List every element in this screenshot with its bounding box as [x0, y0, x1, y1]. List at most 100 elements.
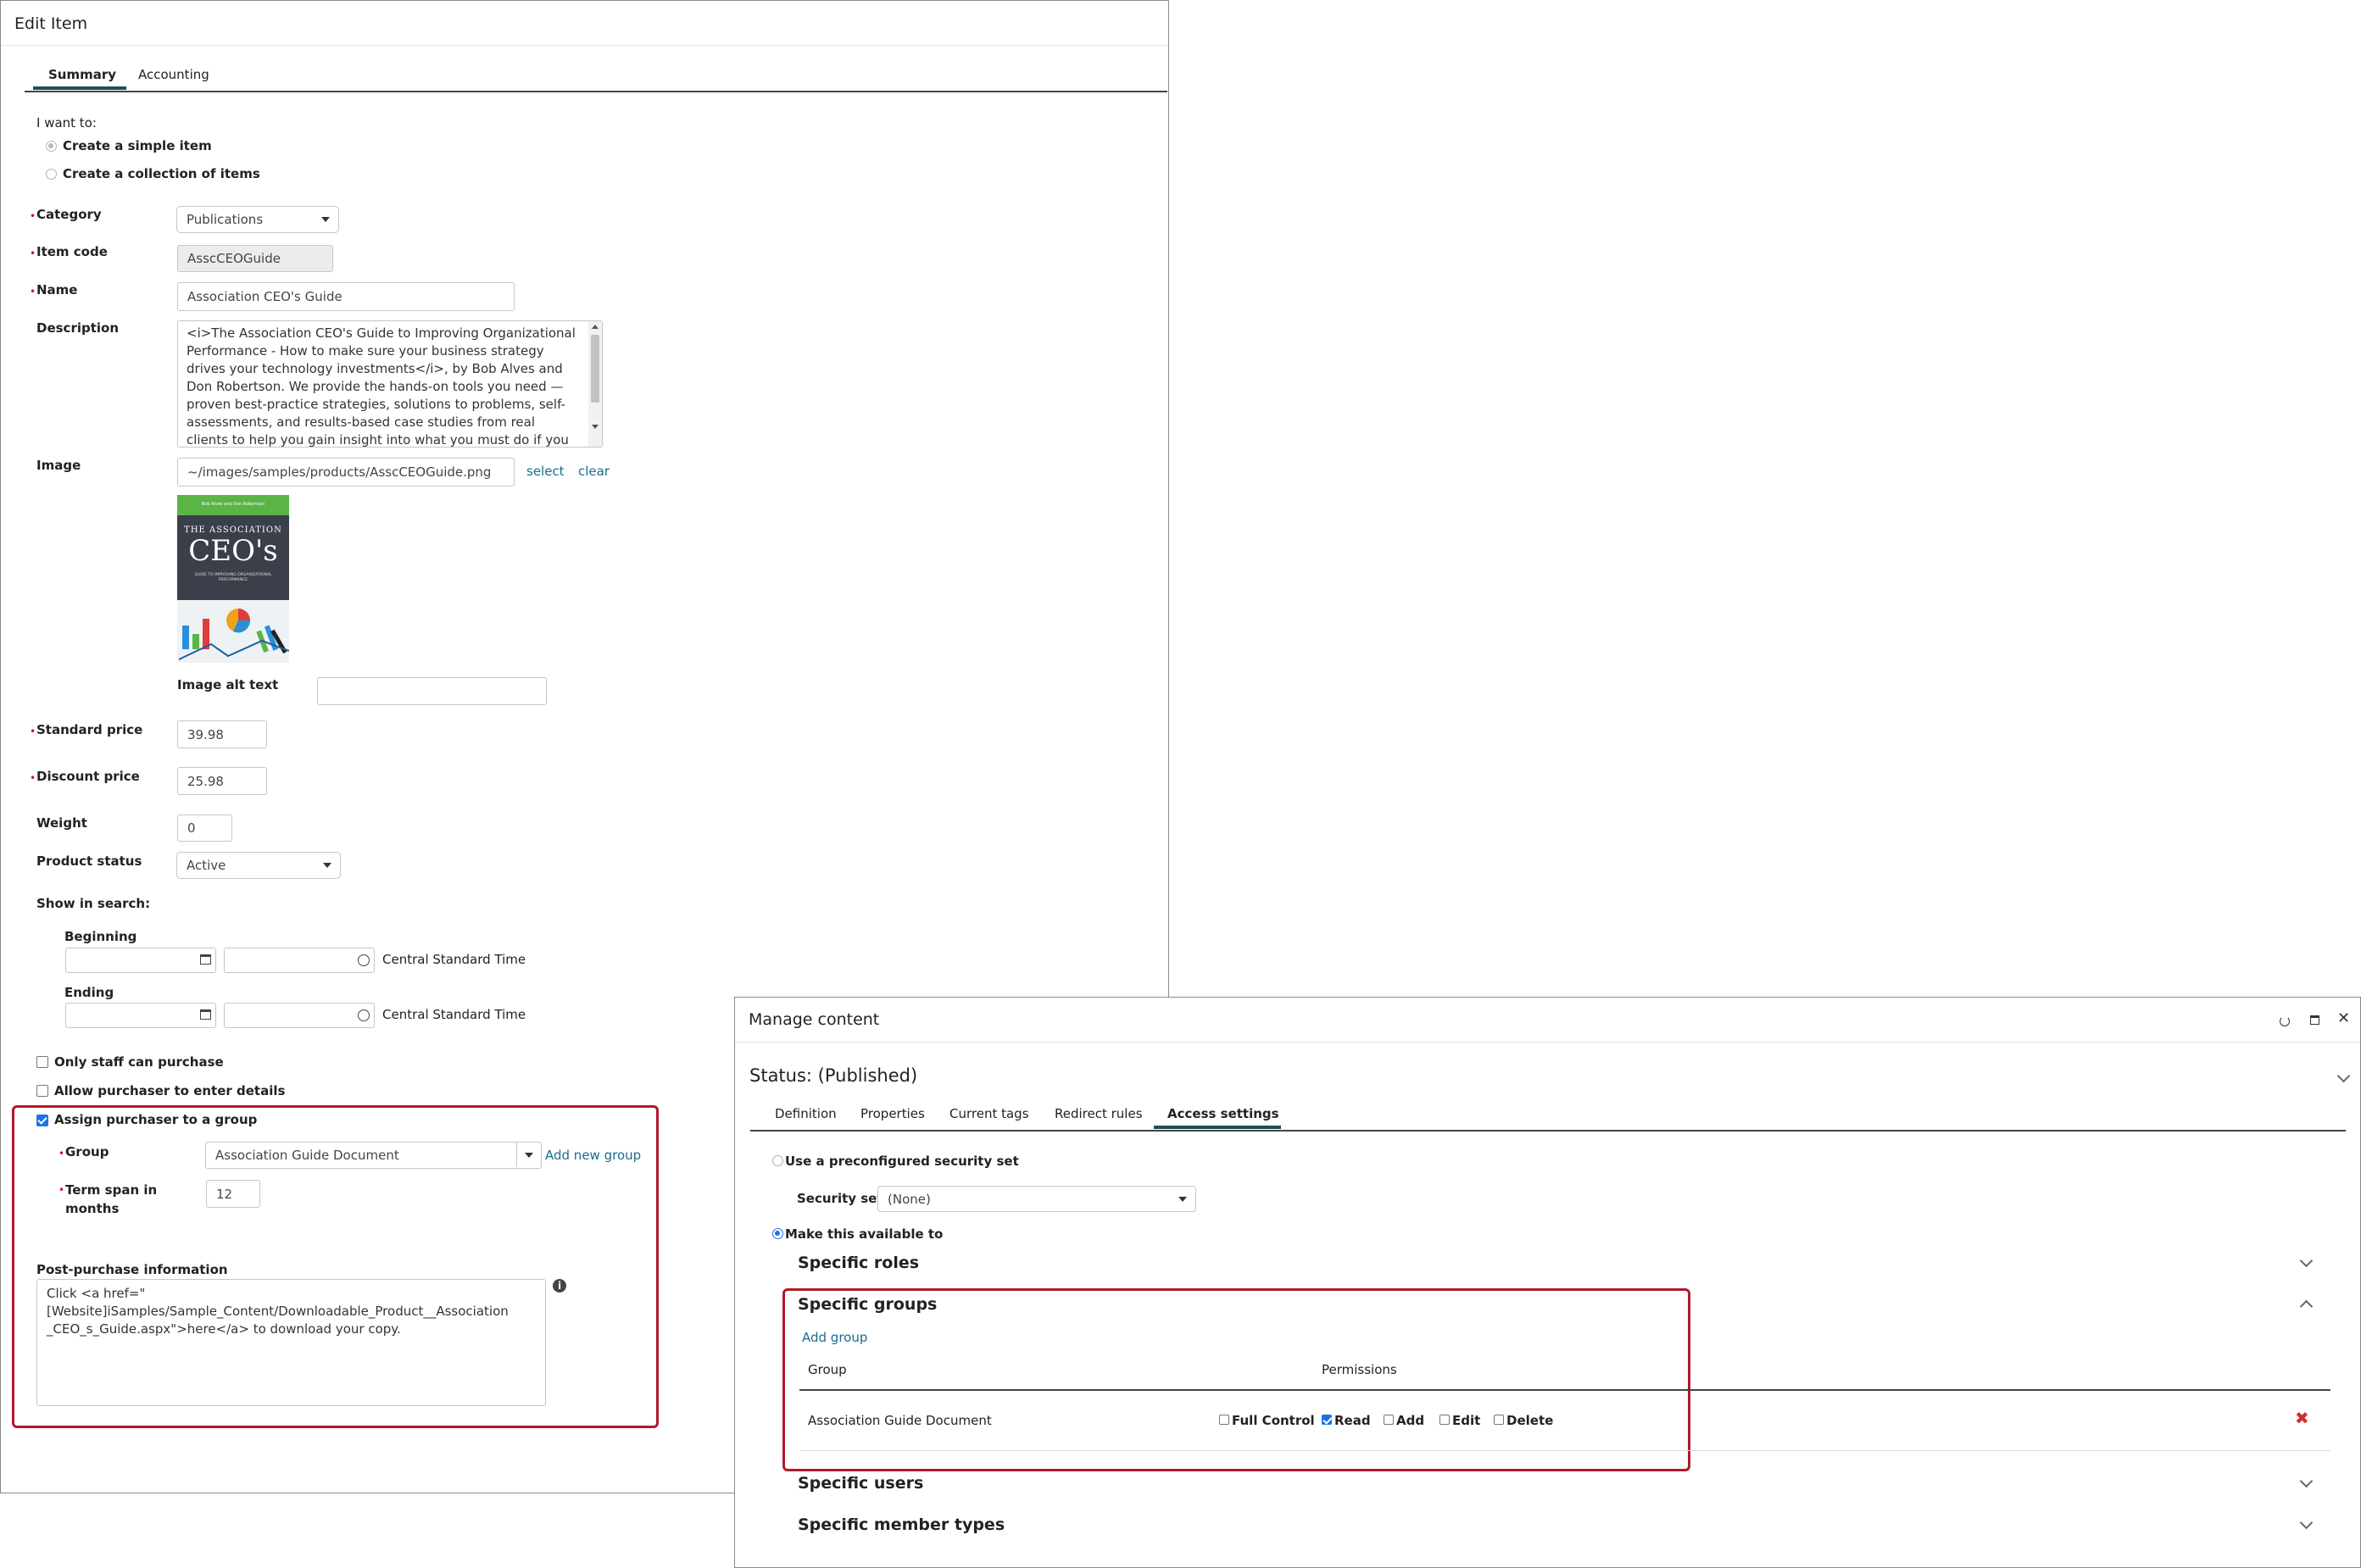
standard-price-input[interactable]: 39.98	[177, 720, 267, 748]
manage-content-window: Manage content ✕ Status: (Published) Def…	[734, 997, 2361, 1568]
name-value: Association CEO's Guide	[187, 289, 342, 304]
beginning-date-input[interactable]	[65, 948, 216, 973]
description-textarea[interactable]: <i>The Association CEO's Guide to Improv…	[177, 320, 603, 448]
description-label: Description	[36, 320, 120, 336]
clear-image-link[interactable]: clear	[578, 464, 610, 479]
maximize-icon[interactable]	[2310, 1015, 2319, 1025]
radio-make-available[interactable]	[772, 1228, 783, 1239]
perm-delete-checkbox[interactable]	[1494, 1415, 1504, 1425]
perm-read-label: Read	[1334, 1413, 1371, 1428]
tab-current-tags[interactable]: Current tags	[949, 1106, 1029, 1121]
calendar-icon[interactable]	[200, 1009, 211, 1020]
remove-group-icon[interactable]: ✖	[2295, 1408, 2309, 1428]
option-collection: Create a collection of items	[63, 166, 260, 181]
add-group-link[interactable]: Add group	[802, 1330, 867, 1345]
close-icon[interactable]: ✕	[2337, 1009, 2350, 1027]
term-span-label-line: months	[65, 1201, 120, 1216]
perm-delete-label: Delete	[1506, 1413, 1554, 1428]
beginning-label: Beginning	[64, 929, 137, 944]
allow-details-checkbox[interactable]	[36, 1085, 48, 1097]
weight-input[interactable]: 0	[177, 815, 232, 842]
term-span-input[interactable]: 12	[206, 1180, 260, 1208]
perm-add-checkbox[interactable]	[1384, 1415, 1394, 1425]
tab-redirect-rules[interactable]: Redirect rules	[1055, 1106, 1143, 1121]
only-staff-checkbox[interactable]	[36, 1056, 48, 1068]
ending-date-input[interactable]	[65, 1003, 216, 1028]
required-marker: •	[30, 247, 36, 259]
tab-summary[interactable]: Summary	[48, 67, 116, 82]
security-set-value: (None)	[888, 1191, 931, 1207]
item-code-label: Item code	[36, 244, 108, 259]
required-marker: •	[58, 1148, 65, 1159]
tab-underline-active	[33, 86, 126, 90]
tab-underline-active	[1154, 1126, 1281, 1129]
specific-roles-chevron[interactable]	[2299, 1254, 2314, 1268]
assign-group-checkbox[interactable]	[36, 1115, 48, 1126]
cover-chart-illustration	[177, 600, 289, 663]
group-label: Group	[65, 1144, 109, 1159]
tab-definition[interactable]: Definition	[775, 1106, 837, 1121]
ending-time-input[interactable]	[224, 1003, 375, 1028]
category-value: Publications	[187, 212, 264, 227]
description-scrollbar[interactable]	[588, 321, 602, 447]
scroll-up-icon[interactable]	[592, 325, 599, 329]
security-set-select[interactable]: (None)	[877, 1186, 1196, 1212]
i-want-to-label: I want to:	[36, 115, 97, 131]
term-span-label-line: Term span in	[65, 1182, 158, 1198]
group-combobox[interactable]: Association Guide Document	[205, 1142, 542, 1169]
info-icon[interactable]: i	[553, 1279, 566, 1293]
option-simple-item: Create a simple item	[63, 138, 212, 153]
name-label: Name	[36, 282, 78, 297]
product-status-label: Product status	[36, 854, 142, 869]
tab-accounting[interactable]: Accounting	[138, 67, 209, 82]
post-purchase-line: _CEO_s_Guide.aspx">here</a> to download …	[47, 1321, 401, 1337]
required-marker: •	[30, 286, 36, 297]
discount-price-input[interactable]: 25.98	[177, 767, 267, 795]
specific-groups-chevron-up[interactable]	[2299, 1299, 2314, 1314]
radio-simple-item[interactable]	[46, 141, 57, 152]
specific-roles-header[interactable]: Specific roles	[798, 1254, 919, 1272]
specific-users-header[interactable]: Specific users	[798, 1474, 923, 1493]
item-code-value: AsscCEOGuide	[187, 251, 281, 266]
radio-preconfigured[interactable]	[772, 1155, 783, 1166]
name-input[interactable]: Association CEO's Guide	[177, 282, 515, 311]
calendar-icon[interactable]	[200, 954, 211, 965]
post-purchase-textarea[interactable]: Click <a href=" [Website]iSamples/Sample…	[36, 1279, 546, 1406]
discount-price-label: Discount price	[36, 769, 140, 784]
tab-properties[interactable]: Properties	[860, 1106, 925, 1121]
add-new-group-link[interactable]: Add new group	[545, 1148, 641, 1163]
product-status-select[interactable]: Active	[176, 852, 341, 879]
preconfigured-label: Use a preconfigured security set	[785, 1154, 1019, 1169]
tabs-divider	[750, 1130, 2346, 1132]
scroll-down-icon[interactable]	[592, 425, 599, 429]
perm-read-checkbox[interactable]	[1322, 1415, 1332, 1425]
chevron-down-icon	[525, 1153, 533, 1158]
specific-member-types-header[interactable]: Specific member types	[798, 1515, 1005, 1534]
select-image-link[interactable]: select	[526, 464, 565, 479]
status-collapse-chevron[interactable]	[2336, 1069, 2351, 1083]
make-available-label: Make this available to	[785, 1226, 944, 1242]
description-line: proven best-practice strategies, solutio…	[187, 397, 565, 412]
clock-icon[interactable]	[358, 954, 370, 966]
category-select[interactable]: Publications	[176, 206, 339, 233]
specific-users-chevron[interactable]	[2299, 1474, 2314, 1488]
post-purchase-line: Click <a href="	[47, 1286, 146, 1301]
perm-full-control-checkbox[interactable]	[1219, 1415, 1229, 1425]
only-staff-label: Only staff can purchase	[54, 1054, 224, 1070]
specific-groups-header[interactable]: Specific groups	[798, 1295, 937, 1314]
scrollbar-thumb[interactable]	[591, 335, 599, 403]
radio-collection[interactable]	[46, 169, 57, 180]
tab-access-settings[interactable]: Access settings	[1167, 1106, 1279, 1121]
weight-label: Weight	[36, 815, 87, 831]
specific-member-types-chevron[interactable]	[2299, 1515, 2314, 1530]
show-in-search-label: Show in search:	[36, 896, 151, 911]
perm-edit-checkbox[interactable]	[1439, 1415, 1450, 1425]
alt-text-input[interactable]	[317, 677, 547, 705]
edit-item-title: Edit Item	[14, 14, 88, 33]
refresh-icon[interactable]	[2280, 1016, 2290, 1026]
image-path-input[interactable]: ~/images/samples/products/AsscCEOGuide.p…	[177, 458, 515, 487]
title-divider	[735, 1042, 2360, 1043]
group-dropdown-button[interactable]	[516, 1143, 541, 1167]
beginning-time-input[interactable]	[224, 948, 375, 973]
clock-icon[interactable]	[358, 1009, 370, 1021]
